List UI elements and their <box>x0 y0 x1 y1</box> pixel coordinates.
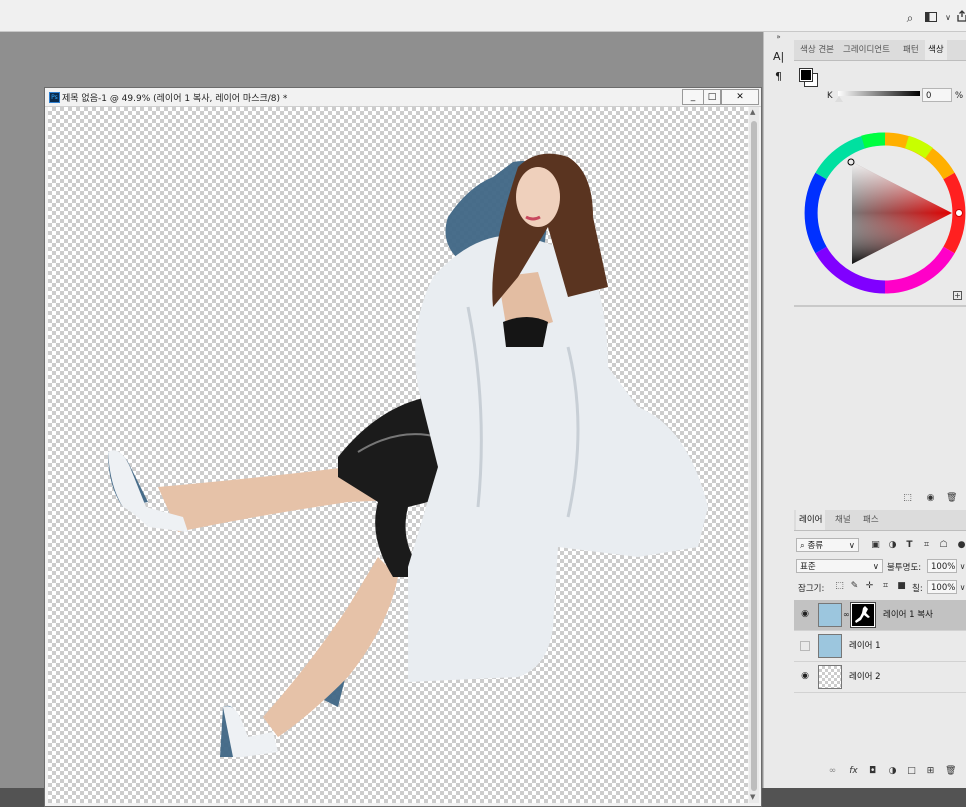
tab-channels[interactable]: 채널 <box>832 510 854 530</box>
close-button[interactable]: ✕ <box>721 89 759 105</box>
layer-row[interactable]: 레이어 1 <box>794 631 966 662</box>
tab-gradients[interactable]: 그레이디언트 <box>840 40 893 60</box>
filter-type-icon[interactable]: T <box>904 540 915 551</box>
layer-filter-select[interactable]: ⌕ 종류 ∨ <box>796 538 859 552</box>
options-bar: ⌕ ∨ <box>0 6 966 32</box>
color-panel-tabs: 색상 견본 그레이디언트 패턴 색상 <box>794 40 966 61</box>
fx-icon[interactable]: fx <box>848 766 859 777</box>
document-titlebar[interactable]: Ps 제목 없음-1 @ 49.9% (레이어 1 복사, 레이어 마스크/8)… <box>45 88 761 107</box>
share-icon[interactable] <box>954 10 966 26</box>
hue-picker-icon[interactable] <box>955 209 963 217</box>
link-chain-icon[interactable]: ∞ <box>843 610 850 619</box>
blend-mode-select[interactable]: 표준 ∨ <box>796 559 883 573</box>
collapse-chevrons-icon[interactable]: » <box>773 32 784 43</box>
new-library-icon[interactable]: ⬚ <box>902 493 913 504</box>
visibility-eye-icon[interactable]: ◉ <box>800 609 810 619</box>
layers-panel: 레이어 채널 패스 ⌕ 종류 ∨ ▣ ◑ T ⌗ ☖ ● 표준 ∨ 불투명도: … <box>794 510 966 788</box>
document-window: Ps 제목 없음-1 @ 49.9% (레이어 1 복사, 레이어 마스크/8)… <box>44 87 762 807</box>
collapsed-panel-strip: » A| ¶ <box>763 32 795 788</box>
paragraph-panel-icon[interactable]: ¶ <box>775 70 782 83</box>
filter-pixel-icon[interactable]: ▣ <box>870 540 881 551</box>
visibility-toggle[interactable] <box>800 641 810 651</box>
photoshop-icon: Ps <box>49 92 60 103</box>
chevron-down-icon: ∨ <box>848 541 855 551</box>
filter-toggle-icon[interactable]: ● <box>956 540 966 551</box>
search-icon[interactable]: ⌕ <box>902 10 918 26</box>
lock-artboard-icon[interactable]: ⌗ <box>880 581 891 592</box>
tab-patterns[interactable]: 패턴 <box>900 40 922 60</box>
tab-swatches[interactable]: 색상 견본 <box>797 40 837 60</box>
k-value-field[interactable]: 0 <box>922 88 952 102</box>
document-title: 제목 없음-1 @ 49.9% (레이어 1 복사, 레이어 마스크/8) * <box>62 94 288 104</box>
layer-mask-thumbnail[interactable] <box>850 602 876 628</box>
color-wheel[interactable] <box>803 131 966 295</box>
chevron-down-icon[interactable]: ∨ <box>957 582 966 593</box>
k-slider[interactable] <box>838 91 920 96</box>
chevron-down-icon: ∨ <box>872 562 879 572</box>
chevron-down-icon[interactable]: ∨ <box>957 561 966 572</box>
triangle-picker-icon[interactable] <box>847 158 855 166</box>
lock-image-icon[interactable]: ✎ <box>849 581 860 592</box>
percent-unit: % <box>955 91 964 101</box>
opacity-field[interactable]: 100% <box>927 559 957 573</box>
layer-row[interactable]: ◉ 레이어 2 <box>794 662 966 693</box>
filter-label: 종류 <box>807 541 824 551</box>
adjustment-layer-icon[interactable]: ◑ <box>887 766 898 777</box>
layers-panel-tabs: 레이어 채널 패스 <box>794 510 966 531</box>
lock-position-icon[interactable]: ✛ <box>864 581 875 592</box>
new-group-icon[interactable]: □ <box>906 766 917 777</box>
tab-paths[interactable]: 패스 <box>860 510 882 530</box>
layer-row[interactable]: ◉ ∞ 레이어 1 복사 <box>794 600 966 631</box>
lock-all-icon[interactable]: ■ <box>896 581 907 592</box>
tab-color[interactable]: 색상 <box>925 40 947 60</box>
scroll-down-icon[interactable]: ▼ <box>750 793 755 801</box>
visibility-eye-icon[interactable]: ◉ <box>800 671 810 681</box>
add-swatch-icon[interactable]: + <box>953 291 962 300</box>
camera-icon[interactable]: ◉ <box>925 493 936 504</box>
trash-icon[interactable]: 🗑 <box>946 493 957 504</box>
empty-panel-area: ⬚ ◉ 🗑 <box>794 307 966 507</box>
layer-thumbnail <box>818 665 842 689</box>
fill-field[interactable]: 100% <box>927 580 957 594</box>
character-panel-icon[interactable]: A| <box>773 50 784 63</box>
foreground-color-swatch[interactable] <box>799 68 813 82</box>
canvas-workspace: Ps 제목 없음-1 @ 49.9% (레이어 1 복사, 레이어 마스크/8)… <box>0 32 763 807</box>
layer-name[interactable]: 레이어 2 <box>849 670 881 682</box>
tab-layers[interactable]: 레이어 <box>796 510 826 530</box>
scroll-up-icon[interactable]: ▲ <box>750 108 755 116</box>
layers-footer: ∞ fx ◘ ◑ □ ⊞ 🗑 <box>794 762 966 788</box>
right-panels: 색상 견본 그레이디언트 패턴 색상 K 0 % + ⬚ ◉ 🗑 레이어 채널 … <box>794 32 966 788</box>
lock-transparent-icon[interactable]: ⬚ <box>834 581 845 592</box>
new-layer-icon[interactable]: ⊞ <box>925 766 936 777</box>
link-layers-icon[interactable]: ∞ <box>827 766 838 777</box>
search-icon: ⌕ <box>800 541 805 551</box>
canvas[interactable] <box>48 107 748 803</box>
workspace-icon[interactable] <box>923 10 939 26</box>
maximize-button[interactable]: □ <box>703 89 721 105</box>
lock-label: 잠그기: <box>798 584 825 594</box>
filter-smart-object-icon[interactable]: ☖ <box>938 540 949 551</box>
slider-handle-icon[interactable] <box>835 96 843 102</box>
opacity-label: 불투명도: <box>887 563 922 573</box>
layer-thumbnail <box>818 603 842 627</box>
layer-name[interactable]: 레이어 1 복사 <box>883 608 933 620</box>
add-mask-icon[interactable]: ◘ <box>867 766 878 777</box>
trash-icon[interactable]: 🗑 <box>945 766 956 777</box>
minimize-button[interactable]: _ <box>682 89 704 105</box>
vertical-scrollbar[interactable]: ▲ ▼ <box>749 107 759 803</box>
photo-layer-image <box>108 153 708 757</box>
scrollbar-thumb[interactable] <box>751 121 757 791</box>
layer-thumbnail <box>818 634 842 658</box>
color-panel: 색상 견본 그레이디언트 패턴 색상 K 0 % + <box>794 40 966 305</box>
fill-label: 칠: <box>912 584 923 594</box>
blend-mode-value: 표준 <box>800 562 816 572</box>
filter-shape-icon[interactable]: ⌗ <box>921 540 932 551</box>
filter-adjustment-icon[interactable]: ◑ <box>887 540 898 551</box>
k-slider-label: K <box>827 91 833 101</box>
layer-name[interactable]: 레이어 1 <box>849 639 881 651</box>
